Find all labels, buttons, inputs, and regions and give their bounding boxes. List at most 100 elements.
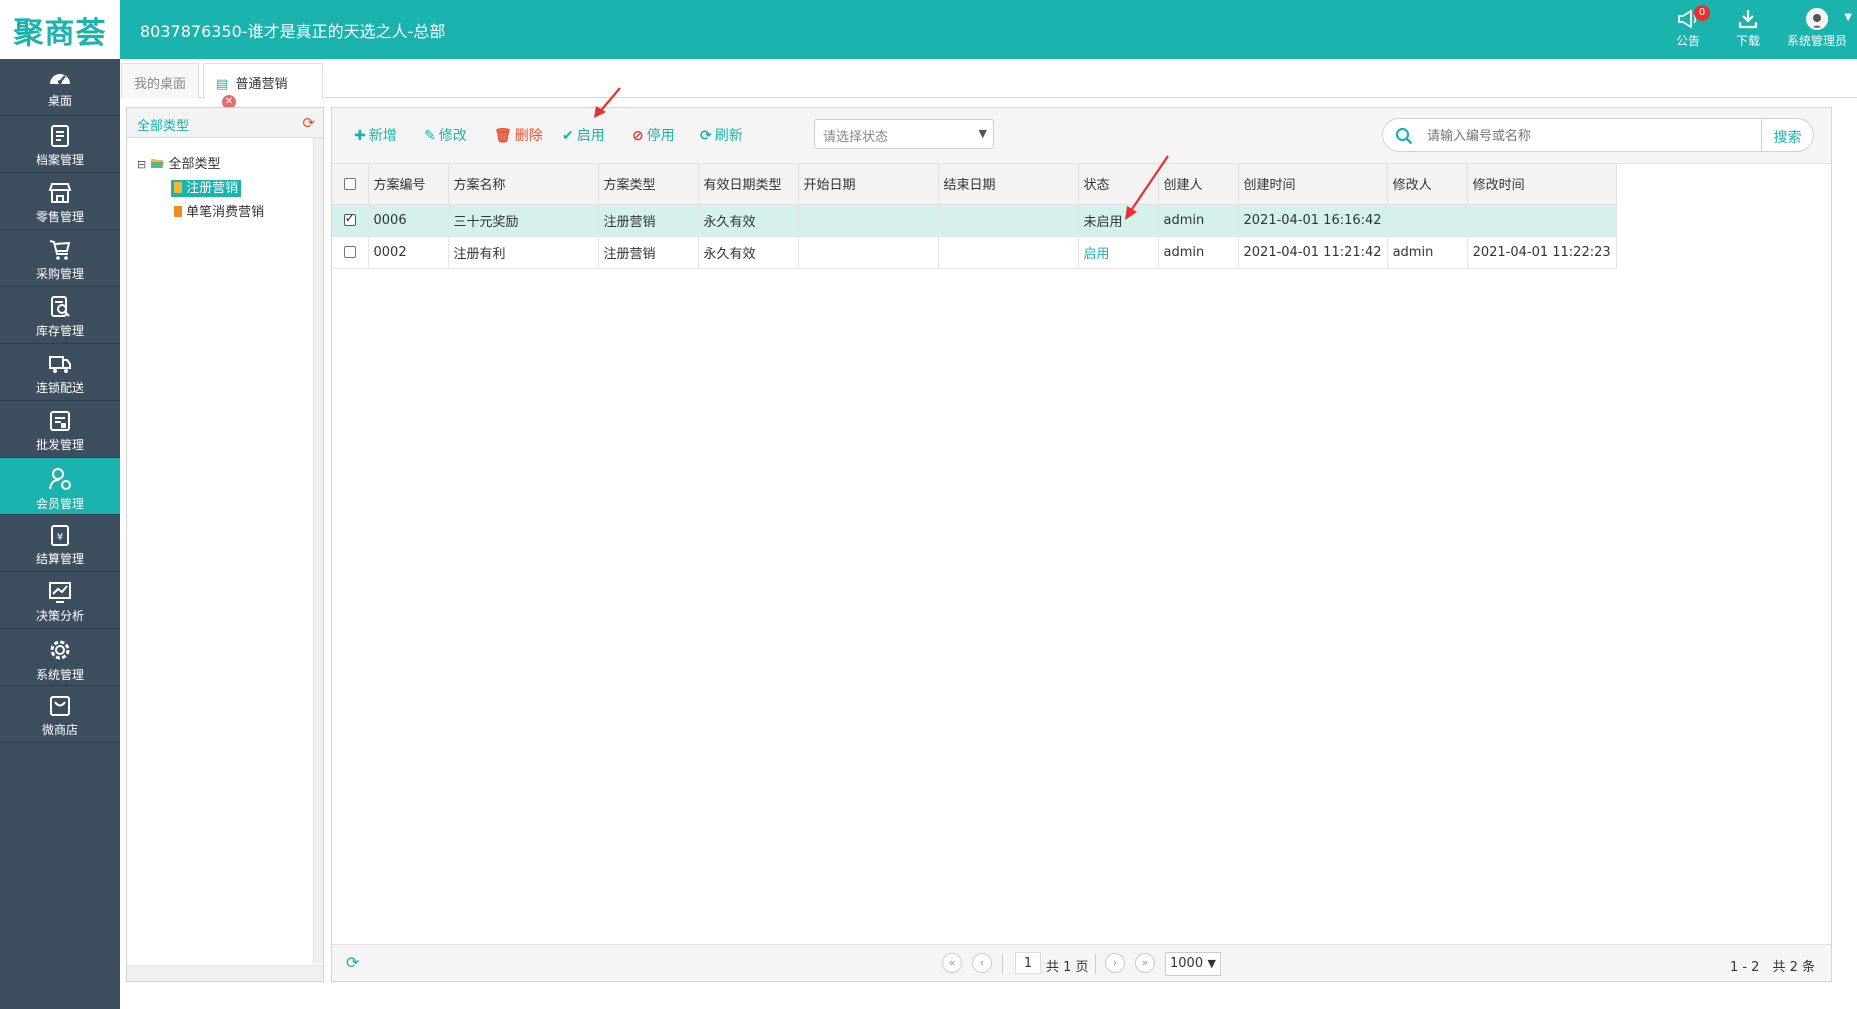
chevron-down-icon: ▼ — [1844, 12, 1852, 23]
sidebar-item-wholesale[interactable]: 批发管理 — [0, 401, 120, 458]
add-label: 新增 — [368, 128, 397, 144]
first-page-button[interactable]: « — [942, 953, 962, 973]
tab-label: 普通营销 — [235, 77, 288, 92]
next-page-button[interactable]: › — [1105, 953, 1125, 973]
column-header[interactable]: 修改人 — [1387, 164, 1468, 205]
row-checkbox[interactable] — [343, 246, 356, 258]
edit-button[interactable]: ✎ 修改 — [424, 125, 467, 145]
select-all-checkbox[interactable] — [343, 177, 356, 190]
cell-valid-type: 永久有效 — [698, 236, 799, 269]
vertical-scrollbar[interactable] — [313, 138, 323, 964]
file-icon — [174, 206, 182, 217]
logo-text: 聚商荟 — [13, 15, 107, 51]
search-icon — [1395, 127, 1413, 145]
data-grid: 方案编号 方案名称 方案类型 有效日期类型 开始日期 结束日期 状态 创建人 创… — [332, 164, 1617, 269]
refresh-label: 刷新 — [714, 128, 743, 144]
page-title: 8037876350-谁才是真正的天选之人-总部 — [140, 22, 446, 41]
pagination-bar: ⟳ « ‹ 1 共 1 页 › » 1000 ▼ 1 - 2 共 2 条 — [332, 944, 1831, 981]
search-button-label: 搜索 — [1773, 130, 1802, 146]
sidebar-item-delivery[interactable]: 连锁配送 — [0, 344, 120, 401]
row-checkbox[interactable] — [343, 211, 356, 226]
avatar-icon — [1811, 14, 1823, 28]
disable-button[interactable]: ⊘ 停用 — [632, 125, 675, 145]
user-menu-button[interactable]: 系统管理员 ▼ — [1782, 8, 1852, 49]
sidebar-item-label: 结算管理 — [35, 552, 84, 566]
ban-icon: ⊘ — [632, 128, 644, 144]
cell-start-date — [798, 236, 939, 269]
last-page-button[interactable]: » — [1135, 953, 1155, 973]
sidebar-item-member[interactable]: 会员管理 — [0, 458, 120, 515]
collapse-icon[interactable]: ⊟ — [137, 158, 146, 171]
column-header[interactable]: 创建时间 — [1238, 164, 1388, 205]
table-row[interactable]: 0002 注册有利 注册营销 永久有效 启用 admin 2021-04-01 … — [332, 236, 1617, 269]
sidebar-item-label: 采购管理 — [35, 267, 84, 281]
table-row[interactable]: 0006 三十元奖励 注册营销 永久有效 未启用 admin 2021-04-0… — [332, 204, 1617, 237]
tree-node-root[interactable]: ⊟ 全部类型 — [137, 153, 221, 172]
tree-node-single-consumption[interactable]: 单笔消费营销 — [171, 201, 267, 220]
chevron-down-icon: ▼ — [978, 127, 987, 140]
horizontal-scrollbar[interactable] — [127, 965, 323, 981]
sidebar-item-settlement[interactable]: ¥ 结算管理 — [0, 515, 120, 572]
prev-page-button[interactable]: ‹ — [972, 953, 992, 973]
page-size-value: 1000 — [1170, 956, 1204, 971]
cell-modifier: admin — [1387, 236, 1468, 269]
add-button[interactable]: ✚ 新增 — [354, 125, 397, 145]
sidebar-item-archive[interactable]: 档案管理 — [0, 116, 120, 173]
plan-grid-panel: ✚ 新增 ✎ 修改 🗑 删除 ✔ 启用 ⊘ 停用 ⟳ 刷新 请选择状态 ▼ 请输… — [331, 107, 1832, 982]
refresh-button[interactable]: ⟳ 刷新 — [700, 125, 743, 145]
user-label: 系统管理员 — [1786, 34, 1847, 48]
chart-icon — [49, 582, 71, 603]
sidebar-item-label: 会员管理 — [35, 497, 84, 511]
tab-bar: 我的桌面 ▤ 普通营销 ✕ — [121, 60, 1857, 109]
tab-normal-marketing[interactable]: ▤ 普通营销 ✕ — [203, 63, 323, 109]
column-header[interactable]: 开始日期 — [798, 164, 939, 205]
sidebar-item-label: 批发管理 — [35, 438, 84, 452]
status-select[interactable]: 请选择状态 ▼ — [814, 119, 994, 149]
page-total-label: 共 1 页 — [1046, 960, 1089, 975]
sidebar-item-inventory[interactable]: 库存管理 — [0, 287, 120, 344]
column-header[interactable]: 方案名称 — [448, 164, 599, 205]
store-icon — [48, 183, 72, 203]
page-number-input[interactable]: 1 — [1015, 952, 1041, 974]
sidebar-item-label: 决策分析 — [35, 609, 84, 623]
column-header[interactable]: 有效日期类型 — [698, 164, 799, 205]
column-header[interactable]: 结束日期 — [938, 164, 1079, 205]
refresh-icon[interactable]: ⟳ — [302, 114, 315, 132]
edit-label: 修改 — [438, 128, 467, 144]
shop-bag-icon — [50, 696, 70, 716]
cell-end-date — [938, 236, 1079, 269]
enable-label: 启用 — [576, 128, 605, 144]
check-icon: ✔ — [562, 128, 574, 144]
sidebar-item-analysis[interactable]: 决策分析 — [0, 572, 120, 629]
cell-plan-id: 0006 — [368, 204, 449, 237]
sidebar-item-microstore[interactable]: 微商店 — [0, 686, 120, 743]
gear-icon — [50, 640, 70, 660]
tab-my-desktop[interactable]: 我的桌面 — [121, 63, 199, 98]
cell-plan-name: 三十元奖励 — [448, 204, 599, 237]
refresh-icon[interactable]: ⟳ — [346, 953, 359, 972]
search-input[interactable] — [1427, 126, 1747, 146]
delete-button[interactable]: 🗑 删除 — [494, 125, 543, 145]
tree-node-register-marketing[interactable]: 注册营销 — [171, 177, 242, 197]
cell-modified-time — [1467, 204, 1617, 237]
table-header-row: 方案编号 方案名称 方案类型 有效日期类型 开始日期 结束日期 状态 创建人 创… — [332, 164, 1617, 205]
annotation-arrow — [1125, 155, 1169, 220]
page-size-select[interactable]: 1000 ▼ — [1165, 952, 1221, 976]
sidebar-item-retail[interactable]: 零售管理 — [0, 173, 120, 230]
member-icon — [49, 468, 71, 490]
sidebar-item-desktop[interactable]: 桌面 — [0, 59, 120, 116]
sidebar-item-system[interactable]: 系统管理 — [0, 629, 120, 686]
column-header[interactable]: 修改时间 — [1467, 164, 1617, 205]
search-button[interactable]: 搜索 — [1762, 118, 1814, 152]
sidebar-item-label: 桌面 — [47, 94, 72, 108]
notice-button[interactable]: 0 公告 — [1670, 5, 1710, 49]
record-count-label: 1 - 2 共 2 条 — [1729, 960, 1815, 975]
column-header[interactable]: 方案类型 — [598, 164, 699, 205]
download-button[interactable]: 下载 — [1730, 8, 1766, 49]
tree-node-label: 注册营销 — [186, 181, 239, 196]
column-header[interactable]: 方案编号 — [368, 164, 449, 205]
select-all-cell — [332, 164, 369, 205]
tree-node-label: 单笔消费营销 — [186, 205, 265, 220]
sidebar-item-purchase[interactable]: 采购管理 — [0, 230, 120, 287]
enable-button[interactable]: ✔ 启用 — [562, 125, 605, 145]
